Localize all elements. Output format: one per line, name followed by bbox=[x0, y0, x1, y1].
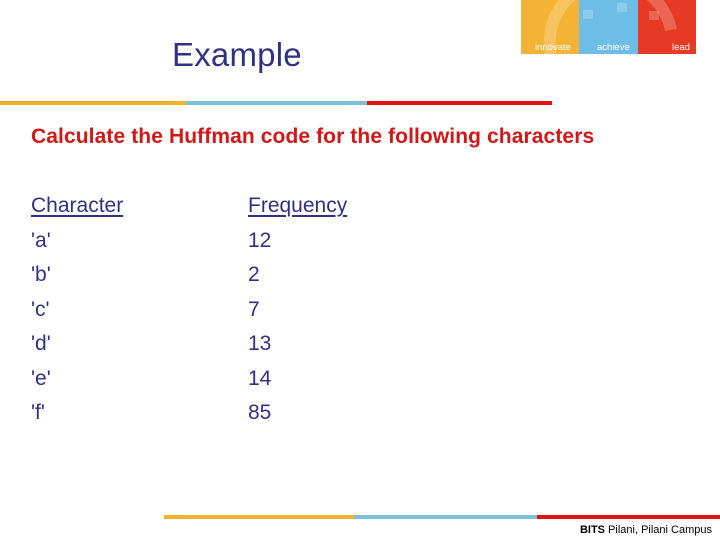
frequency-cell: 13 bbox=[248, 332, 272, 355]
frequency-cell: 14 bbox=[248, 366, 272, 390]
character-cell: 'f' bbox=[31, 401, 45, 424]
character-cell: 'b' bbox=[31, 263, 51, 286]
footer-rule-red bbox=[537, 515, 720, 519]
footer-rule-orange bbox=[164, 515, 354, 519]
header-rule-red bbox=[367, 101, 552, 105]
frequency-column: Frequency 12 2 7 13 14 85 bbox=[248, 193, 347, 435]
logo-word-lead: lead bbox=[672, 42, 690, 53]
logo-segment-lead: lead bbox=[638, 0, 696, 54]
header-rule-orange bbox=[0, 101, 186, 105]
logo-segment-innovate: innovate bbox=[521, 0, 579, 54]
character-column: Character 'a' 'b' 'c' 'd' 'e' 'f' bbox=[31, 193, 123, 435]
footer-campus: BITS Pilani, Pilani Campus bbox=[580, 524, 712, 536]
frequency-header: Frequency bbox=[248, 194, 348, 217]
frequency-cell: 12 bbox=[248, 228, 272, 252]
slide-subtitle: Calculate the Huffman code for the follo… bbox=[31, 125, 595, 148]
character-cell: 'a' bbox=[31, 228, 51, 252]
frequency-cell: 7 bbox=[248, 297, 260, 321]
slide-title: Example bbox=[172, 36, 302, 73]
logo-word-innovate: innovate bbox=[535, 42, 571, 53]
character-cell: 'd' bbox=[31, 332, 51, 355]
header-rule-blue bbox=[186, 101, 367, 105]
frequency-cell: 85 bbox=[248, 401, 272, 424]
logo-segment-achieve: achieve bbox=[579, 0, 638, 54]
character-cell: 'c' bbox=[31, 297, 50, 321]
bits-logo: innovate achieve lead bbox=[521, 0, 696, 54]
character-cell: 'e' bbox=[31, 366, 51, 390]
footer-rule-blue bbox=[354, 515, 537, 519]
footer-campus-text: Pilani, Pilani Campus bbox=[605, 524, 712, 536]
logo-word-achieve: achieve bbox=[597, 42, 630, 53]
character-header: Character bbox=[31, 194, 124, 217]
frequency-cell: 2 bbox=[248, 263, 260, 286]
footer-bits: BITS bbox=[579, 524, 605, 536]
